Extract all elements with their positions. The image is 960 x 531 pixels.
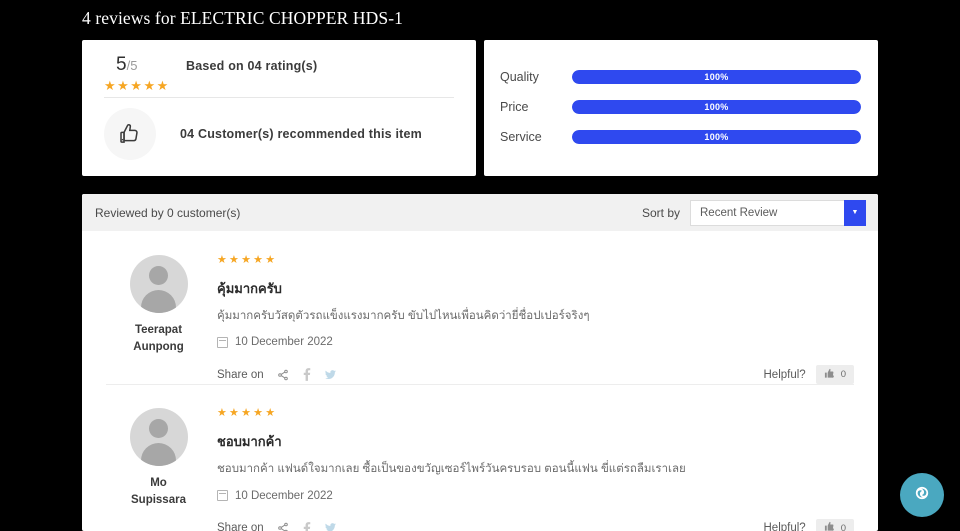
review-item: Teerapat Aunpong ★★★★★ คุ้มมากครับ คุ้มม… xyxy=(82,231,878,385)
thumbs-up-icon xyxy=(104,108,156,160)
bar-label-price: Price xyxy=(500,100,529,114)
review-stars: ★★★★★ xyxy=(217,407,278,420)
bar-label-service: Service xyxy=(500,130,542,144)
chat-widget-button[interactable] xyxy=(900,473,944,517)
helpful-label: Helpful? xyxy=(763,522,806,531)
share-icon[interactable] xyxy=(277,369,289,381)
rating-bar-row: Price 100% xyxy=(500,100,861,114)
helpful-count: 0 xyxy=(840,522,846,531)
rating-top: 5/5 ★★★★★ Based on 04 rating(s) xyxy=(82,40,476,92)
review-footer: Share on Helpful? 0 xyxy=(217,518,854,531)
review-text: ชอบมากค้า แฟนด์ใจมากเลย ซื้อเป็นของขวัญเ… xyxy=(217,463,686,476)
rating-divider xyxy=(104,97,454,98)
recommendation-label: 04 Customer(s) recommended this item xyxy=(180,127,422,141)
bar-fill-price: 100% xyxy=(572,100,861,114)
review-title: คุ้มมากครับ xyxy=(217,281,282,296)
helpful-button[interactable]: 0 xyxy=(815,518,854,531)
rating-bar-row: Quality 100% xyxy=(500,70,861,84)
helpful-label: Helpful? xyxy=(763,368,806,381)
review-footer: Share on Helpful? 0 xyxy=(217,365,854,385)
chat-spiral-icon xyxy=(909,480,935,511)
review-stars: ★★★★★ xyxy=(217,254,278,266)
bar-label-quality: Quality xyxy=(500,70,539,84)
recommendation-row: 04 Customer(s) recommended this item xyxy=(104,108,422,160)
review-date: 10 December 2022 xyxy=(217,490,854,502)
page-root: 4 reviews for ELECTRIC CHOPPER HDS-1 5/5… xyxy=(0,0,960,531)
sort-by-label: Sort by xyxy=(641,205,680,220)
sort-select[interactable]: Recent Review xyxy=(690,199,845,226)
calendar-icon xyxy=(217,490,228,501)
twitter-icon[interactable] xyxy=(324,522,337,531)
bar-fill-quality: 100% xyxy=(572,70,861,84)
reviewed-by-label: Reviewed by 0 customer(s) xyxy=(95,205,241,220)
reviewer-block: Mo Supissara xyxy=(106,406,211,531)
share-icon[interactable] xyxy=(277,522,289,531)
twitter-icon[interactable] xyxy=(324,369,337,381)
avatar xyxy=(129,408,188,467)
avatar xyxy=(129,255,188,313)
reviewer-name: Teerapat Aunpong xyxy=(133,322,183,355)
helpful-count: 0 xyxy=(840,369,846,381)
review-date-text: 10 December 2022 xyxy=(235,489,333,502)
review-body: ★★★★★ คุ้มมากครับ คุ้มมากครับวัสดุตัวรถแ… xyxy=(211,253,854,385)
sort-control: Sort by Recent Review ▼ xyxy=(641,199,866,226)
bar-track-service: 100% xyxy=(572,130,861,144)
bar-track-quality: 100% xyxy=(572,70,861,84)
helpful-control: Helpful? 0 xyxy=(763,365,854,385)
thumbs-up-icon xyxy=(824,519,835,531)
score-value: 5 xyxy=(116,54,127,75)
review-item: Mo Supissara ★★★★★ ชอบมากค้า ชอบมากค้า แ… xyxy=(82,384,878,531)
share-on-label: Share on xyxy=(217,522,264,531)
score-block: 5/5 ★★★★★ xyxy=(104,55,186,92)
calendar-icon xyxy=(217,336,228,348)
facebook-icon[interactable] xyxy=(301,521,312,531)
based-on-label: Based on 04 rating(s) xyxy=(186,59,318,73)
review-date-text: 10 December 2022 xyxy=(235,336,333,349)
reviewer-block: Teerapat Aunpong xyxy=(106,253,211,384)
rating-summary-card: 5/5 ★★★★★ Based on 04 rating(s) 04 Custo… xyxy=(82,40,476,176)
facebook-icon[interactable] xyxy=(301,368,312,382)
page-title: 4 reviews for ELECTRIC CHOPPER HDS-1 xyxy=(82,8,404,28)
reviewer-name-line1: Teerapat xyxy=(134,324,183,336)
thumbs-up-icon xyxy=(824,366,835,384)
chevron-down-icon[interactable]: ▼ xyxy=(844,199,866,226)
rating-summary-row: 5/5 ★★★★★ Based on 04 rating(s) 04 Custo… xyxy=(82,40,878,176)
rating-bar-row: Service 100% xyxy=(500,130,861,144)
reviews-panel: Reviewed by 0 customer(s) Sort by Recent… xyxy=(82,194,878,531)
share-on-label: Share on xyxy=(217,368,264,381)
reviews-toolbar: Reviewed by 0 customer(s) Sort by Recent… xyxy=(82,194,878,231)
sort-select-value: Recent Review xyxy=(700,206,778,219)
reviewer-name: Mo Supissara xyxy=(131,475,186,508)
reviewer-name-line2: Aunpong xyxy=(133,340,184,353)
score-line: 5/5 xyxy=(104,55,186,74)
share-icons xyxy=(277,521,337,531)
rating-bars-list: Quality 100% Price 100% Service 100% xyxy=(484,40,878,144)
bar-fill-service: 100% xyxy=(572,130,861,144)
share-icons xyxy=(277,368,337,382)
review-date: 10 December 2022 xyxy=(217,336,854,348)
bar-track-price: 100% xyxy=(572,100,861,114)
score-denominator: /5 xyxy=(126,58,138,73)
helpful-button[interactable]: 0 xyxy=(815,365,854,385)
rating-bars-card: Quality 100% Price 100% Service 100% xyxy=(484,40,878,176)
review-title: ชอบมากค้า xyxy=(217,434,282,450)
helpful-control: Helpful? 0 xyxy=(763,518,854,531)
review-divider xyxy=(106,384,854,386)
reviewer-name-line2: Supissara xyxy=(131,493,186,506)
review-text: คุ้มมากครับวัสดุตัวรถแข็งแรงมากครับ ขับไ… xyxy=(217,310,590,322)
reviewer-name-line1: Mo xyxy=(150,477,167,490)
review-body: ★★★★★ ชอบมากค้า ชอบมากค้า แฟนด์ใจมากเลย … xyxy=(211,406,854,531)
summary-stars: ★★★★★ xyxy=(104,78,170,93)
